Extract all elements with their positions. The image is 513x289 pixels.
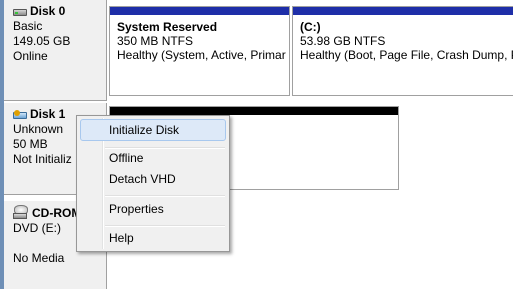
menu-item-properties[interactable]: Properties [80, 198, 226, 220]
unallocated-bar [110, 107, 398, 115]
disk-0-type: Basic [13, 19, 43, 33]
cd-rom-icon [13, 205, 29, 221]
partition-name: (C:) [300, 20, 321, 34]
partition-c-drive[interactable]: (C:) 53.98 GB NTFS Healthy (Boot, Page F… [292, 6, 513, 96]
partition-status: Healthy (System, Active, Primar [117, 48, 286, 62]
disk-0-title: Disk 0 [30, 4, 66, 18]
cd-rom-status: No Media [13, 251, 65, 265]
menu-item-help[interactable]: Help [80, 227, 226, 249]
menu-item-initialize-disk[interactable]: Initialize Disk [80, 119, 226, 141]
partition-name: System Reserved [117, 20, 218, 34]
menu-item-detach-vhd[interactable]: Detach VHD [80, 168, 226, 190]
disk-0-header[interactable]: Disk 0 Basic 149.05 GB Online [4, 0, 107, 101]
hard-disk-icon [13, 7, 27, 17]
virtual-disk-warning-icon [13, 109, 27, 120]
cd-rom-title: CD-ROM [32, 205, 82, 220]
disk-0-status: Online [13, 49, 48, 63]
partition-size: 53.98 GB NTFS [300, 34, 386, 48]
partition-bar [293, 7, 513, 15]
disk-0-title-row: Disk 0 [13, 4, 106, 19]
menu-separator [105, 195, 225, 197]
partition-system-reserved[interactable]: System Reserved 350 MB NTFS Healthy (Sys… [109, 6, 290, 96]
partition-size: 350 MB NTFS [117, 34, 194, 48]
disk-0-size: 149.05 GB [13, 34, 71, 48]
menu-item-offline[interactable]: Offline [80, 147, 226, 169]
context-menu: Initialize Disk Offline Detach VHD Prope… [76, 115, 230, 252]
partition-status: Healthy (Boot, Page File, Crash Dump, Pr… [300, 48, 513, 62]
disk-1-title: Disk 1 [30, 107, 66, 121]
partition-bar [110, 7, 289, 15]
